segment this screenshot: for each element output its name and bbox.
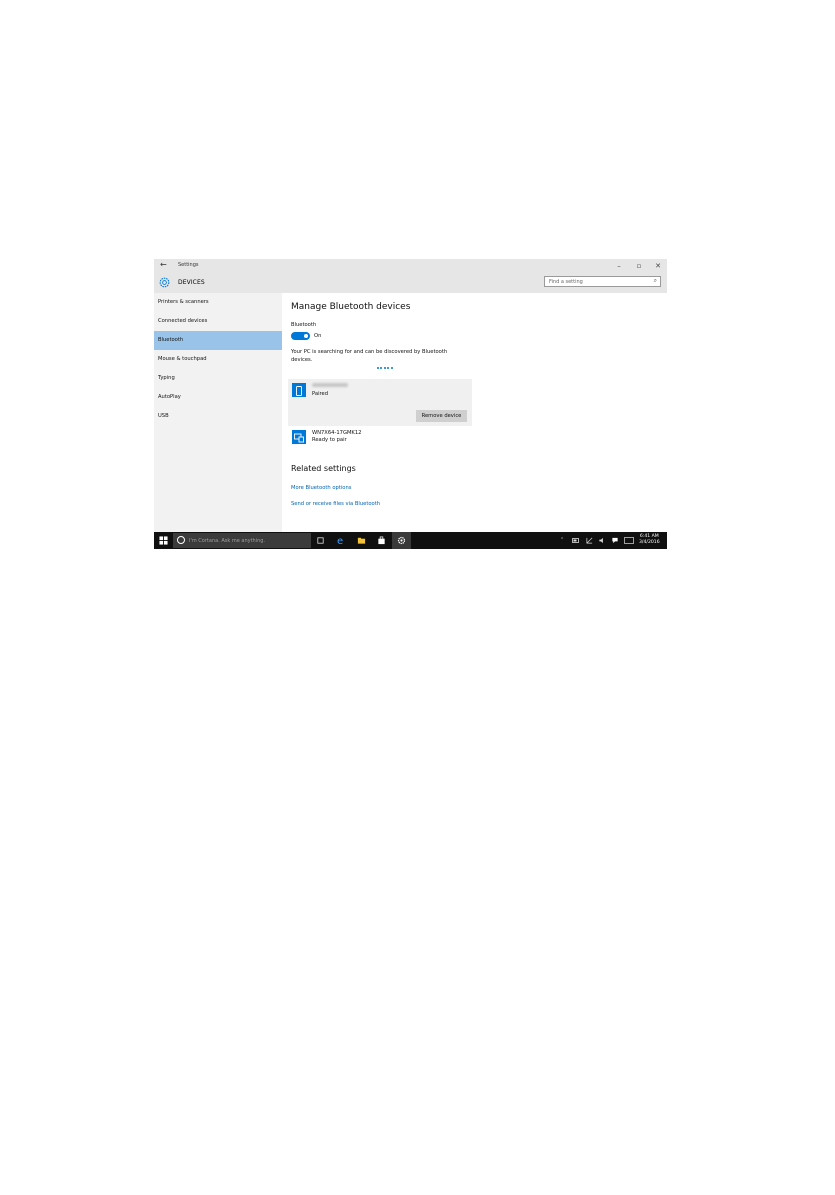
- windows-start-icon[interactable]: [159, 536, 168, 545]
- sidebar-item-label: USB: [158, 413, 169, 419]
- device-name: WN7X64-17GMK12: [312, 430, 362, 436]
- sidebar-item-label: Printers & scanners: [158, 299, 209, 305]
- category-title: DEVICES: [178, 279, 205, 286]
- volume-icon[interactable]: [598, 537, 606, 544]
- bluetooth-label: Bluetooth: [291, 322, 317, 328]
- status-text-line2: devices.: [291, 357, 313, 363]
- file-explorer-icon[interactable]: [357, 536, 366, 545]
- category-header: DEVICES Find a setting ⌕: [154, 273, 667, 293]
- device-item-paired[interactable]: Paired Remove device: [288, 379, 472, 426]
- cortana-icon: [177, 536, 185, 544]
- device-status: Ready to pair: [312, 437, 347, 443]
- phone-icon: [292, 383, 306, 397]
- sidebar-item-connected-devices[interactable]: Connected devices: [154, 312, 282, 331]
- send-receive-files-link[interactable]: Send or receive files via Bluetooth: [291, 501, 380, 507]
- title-bar: ← Settings – ▫ ✕: [154, 259, 667, 273]
- svg-text:e: e: [337, 536, 343, 545]
- bluetooth-toggle[interactable]: [291, 332, 310, 340]
- sidebar-item-label: Typing: [158, 375, 175, 381]
- keyboard-icon[interactable]: [624, 537, 634, 544]
- page-title: Manage Bluetooth devices: [291, 302, 411, 312]
- cortana-placeholder: I'm Cortana. Ask me anything.: [189, 538, 266, 544]
- sidebar-item-mouse-touchpad[interactable]: Mouse & touchpad: [154, 350, 282, 369]
- sidebar: Printers & scanners Connected devices Bl…: [154, 293, 282, 532]
- taskbar: I'm Cortana. Ask me anything. e ⌃ 6:41 A…: [154, 532, 667, 549]
- device-item-unpaired[interactable]: WN7X64-17GMK12 Ready to pair: [288, 428, 472, 448]
- settings-window: ← Settings – ▫ ✕ DEVICES Find a setting …: [154, 259, 667, 549]
- edge-browser-icon[interactable]: e: [336, 535, 346, 545]
- toggle-state: On: [314, 333, 322, 339]
- action-center-icon[interactable]: [611, 537, 619, 544]
- more-bluetooth-options-link[interactable]: More Bluetooth options: [291, 485, 351, 491]
- chevron-up-icon[interactable]: ⌃: [560, 537, 564, 543]
- close-button[interactable]: ✕: [652, 261, 664, 271]
- sidebar-item-printers-scanners[interactable]: Printers & scanners: [154, 293, 282, 312]
- sidebar-item-label: AutoPlay: [158, 394, 181, 400]
- clock-date: 3/4/2016: [639, 540, 660, 545]
- cortana-search-box[interactable]: I'm Cortana. Ask me anything.: [173, 533, 311, 548]
- sidebar-item-typing[interactable]: Typing: [154, 369, 282, 388]
- device-name-redacted: [312, 383, 348, 387]
- computer-icon: [292, 430, 306, 444]
- battery-icon[interactable]: [572, 537, 580, 544]
- sidebar-item-autoplay[interactable]: AutoPlay: [154, 388, 282, 407]
- sidebar-item-label: Mouse & touchpad: [158, 356, 207, 362]
- main-content: Manage Bluetooth devices Bluetooth On Yo…: [282, 293, 667, 532]
- gear-icon: [159, 277, 170, 288]
- sidebar-item-label: Connected devices: [158, 318, 208, 324]
- search-placeholder: Find a setting: [549, 279, 583, 285]
- gear-icon: [397, 536, 406, 545]
- status-text-line1: Your PC is searching for and can be disc…: [291, 349, 448, 355]
- minimize-button[interactable]: –: [613, 261, 625, 271]
- task-view-icon[interactable]: [316, 536, 325, 545]
- network-icon[interactable]: [586, 537, 593, 544]
- toggle-knob: [304, 334, 308, 338]
- store-icon[interactable]: [377, 536, 386, 545]
- search-input[interactable]: Find a setting ⌕: [544, 276, 661, 287]
- sidebar-item-label: Bluetooth: [158, 337, 184, 343]
- searching-spinner: [377, 367, 397, 370]
- sidebar-item-usb[interactable]: USB: [154, 407, 282, 426]
- back-arrow-icon[interactable]: ←: [160, 260, 167, 269]
- settings-taskbar-button[interactable]: [392, 532, 411, 549]
- search-icon[interactable]: ⌕: [654, 277, 657, 285]
- related-settings-title: Related settings: [291, 464, 356, 473]
- restore-button[interactable]: ▫: [633, 261, 645, 271]
- device-status: Paired: [312, 391, 329, 397]
- sidebar-item-bluetooth[interactable]: Bluetooth: [154, 331, 282, 350]
- clock[interactable]: 6:41 AM 3/4/2016: [639, 534, 660, 546]
- remove-device-button[interactable]: Remove device: [416, 410, 467, 422]
- window-title: Settings: [178, 262, 199, 268]
